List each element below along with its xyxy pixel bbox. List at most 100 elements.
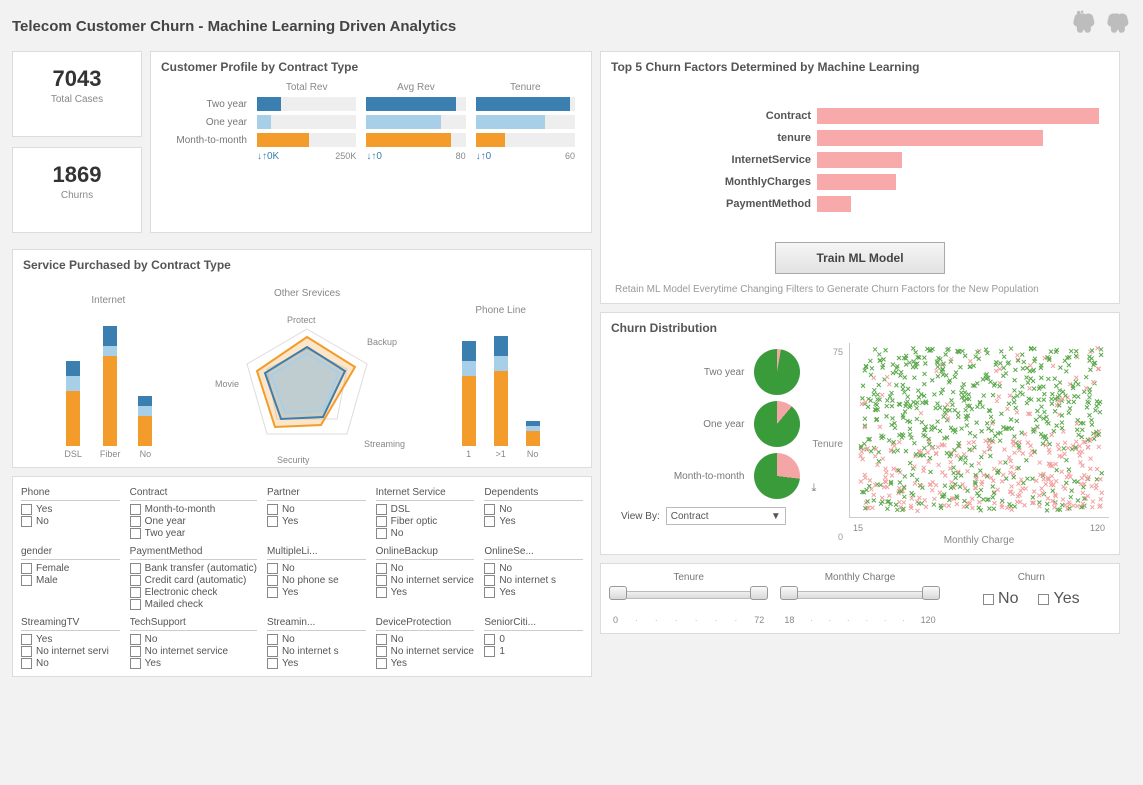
- profile-col-totalrev: Total Rev: [257, 82, 356, 93]
- filter-option[interactable]: Female: [21, 563, 120, 574]
- filter-option[interactable]: Yes: [484, 587, 583, 598]
- filter-option[interactable]: No: [21, 516, 120, 527]
- monthly-charge-slider[interactable]: [784, 587, 935, 613]
- other-services-subtitle: Other Srevices: [227, 288, 387, 299]
- filter-option[interactable]: Yes: [21, 634, 120, 645]
- filter-option[interactable]: No internet service: [376, 575, 475, 586]
- filter-option[interactable]: DSL: [376, 504, 475, 515]
- filter-option[interactable]: No: [267, 634, 366, 645]
- filter-title: Dependents: [484, 487, 583, 501]
- filter-title: Internet Service: [376, 487, 475, 501]
- filter-option[interactable]: Yes: [21, 504, 120, 515]
- factor-label: InternetService: [621, 154, 811, 166]
- filter-option[interactable]: No: [484, 563, 583, 574]
- filter-option[interactable]: No: [376, 528, 475, 539]
- filter-option[interactable]: Month-to-month: [130, 504, 257, 515]
- brain-icon[interactable]: [1103, 10, 1131, 43]
- filter-option[interactable]: Yes: [376, 658, 475, 669]
- tenure-slider-label: Tenure: [613, 572, 764, 583]
- monthly-slider-label: Monthly Charge: [784, 572, 935, 583]
- filter-option[interactable]: Credit card (automatic): [130, 575, 257, 586]
- filter-option[interactable]: No: [267, 504, 366, 515]
- kpi-total-cases: 7043 Total Cases: [12, 51, 142, 137]
- phone-subtitle: Phone Line: [462, 305, 540, 316]
- filter-title: DeviceProtection: [376, 617, 475, 631]
- filter-onlinese-: OnlineSe...NoNo internet sYes: [484, 546, 583, 611]
- profile-col-avgrev: Avg Rev: [366, 82, 465, 93]
- filter-option[interactable]: No internet s: [267, 646, 366, 657]
- filter-option[interactable]: Male: [21, 575, 120, 586]
- filter-title: MultipleLi...: [267, 546, 366, 560]
- filter-option[interactable]: No: [376, 634, 475, 645]
- tenure-slider[interactable]: [613, 587, 764, 613]
- filter-streamingtv: StreamingTV YesNo internet serviNo: [21, 617, 120, 670]
- filter-title: OnlineBackup: [376, 546, 475, 560]
- filter-title: Partner: [267, 487, 366, 501]
- filter-internet-service: Internet Service DSLFiber opticNo: [376, 487, 475, 540]
- pie-one-year: [754, 401, 800, 447]
- factor-label: PaymentMethod: [621, 198, 811, 210]
- filter-option[interactable]: Yes: [267, 587, 366, 598]
- filter-title: StreamingTV: [21, 617, 120, 631]
- train-ml-button[interactable]: Train ML Model: [775, 242, 944, 274]
- factor-bar: [817, 152, 902, 168]
- filter-title: Phone: [21, 487, 120, 501]
- kpi-churns-value: 1869: [19, 162, 135, 188]
- filter-option[interactable]: No internet servi: [21, 646, 120, 657]
- filter-contract: Contract Month-to-monthOne yearTwo year: [130, 487, 257, 540]
- filter-title: Contract: [130, 487, 257, 501]
- filter-phone: Phone YesNo: [21, 487, 120, 540]
- filter-option[interactable]: Mailed check: [130, 599, 257, 610]
- filter-option[interactable]: One year: [130, 516, 257, 527]
- drilldown-icon[interactable]: ⤓: [812, 482, 817, 495]
- filter-option[interactable]: No: [130, 634, 257, 645]
- churn-factors-card: Top 5 Churn Factors Determined by Machin…: [600, 51, 1120, 304]
- pie-m2m: [754, 453, 800, 499]
- filter-option[interactable]: Electronic check: [130, 587, 257, 598]
- pie-two-year: [754, 349, 800, 395]
- scatter-ylabel: Tenure: [812, 439, 843, 450]
- filter-deviceprotection: DeviceProtection NoNo internet serviceYes: [376, 617, 475, 670]
- filter-option[interactable]: No: [484, 504, 583, 515]
- filter-option[interactable]: Yes: [484, 516, 583, 527]
- filter-option[interactable]: 0: [484, 634, 583, 645]
- churn-no-checkbox[interactable]: No: [983, 590, 1018, 608]
- filter-seniorciti-: SeniorCiti...01: [484, 617, 583, 670]
- customer-profile-title: Customer Profile by Contract Type: [161, 60, 581, 74]
- filter-option[interactable]: Yes: [267, 516, 366, 527]
- filter-option[interactable]: Two year: [130, 528, 257, 539]
- profile-row-twoyear: Two year: [167, 99, 247, 110]
- filter-option[interactable]: No internet s: [484, 575, 583, 586]
- filter-option[interactable]: Fiber optic: [376, 516, 475, 527]
- filter-option[interactable]: No: [267, 563, 366, 574]
- gear-brain-icon[interactable]: [1069, 10, 1097, 43]
- filter-option[interactable]: Yes: [130, 658, 257, 669]
- service-purchased-card: Service Purchased by Contract Type Inter…: [12, 249, 592, 468]
- filter-option[interactable]: No internet service: [130, 646, 257, 657]
- filter-option[interactable]: No phone se: [267, 575, 366, 586]
- filter-option[interactable]: No: [376, 563, 475, 574]
- kpi-total-cases-value: 7043: [19, 66, 135, 92]
- kpi-total-cases-label: Total Cases: [19, 94, 135, 105]
- churn-distribution-card: Churn Distribution Two year One year Mon…: [600, 312, 1120, 555]
- filter-onlinebackup: OnlineBackup NoNo internet serviceYes: [376, 546, 475, 611]
- filter-paymentmethod: PaymentMethod Bank transfer (automatic)Cr…: [130, 546, 257, 611]
- filter-option[interactable]: No: [21, 658, 120, 669]
- churn-yes-checkbox[interactable]: Yes: [1038, 590, 1079, 608]
- filters-card: PhoneYesNoContractMonth-to-monthOne year…: [12, 476, 592, 677]
- viewby-select[interactable]: Contract▼: [666, 507, 786, 525]
- profile-col-tenure: Tenure: [476, 82, 575, 93]
- page-title: Telecom Customer Churn - Machine Learnin…: [12, 18, 456, 35]
- filter-title: PaymentMethod: [130, 546, 257, 560]
- filter-option[interactable]: No internet service: [376, 646, 475, 657]
- factor-bar: [817, 130, 1043, 146]
- filter-option[interactable]: Bank transfer (automatic): [130, 563, 257, 574]
- range-filters-card: Tenure 0······72 Monthly Charge 18······…: [600, 563, 1120, 634]
- filter-option[interactable]: 1: [484, 646, 583, 657]
- filter-option[interactable]: Yes: [267, 658, 366, 669]
- churn-distribution-title: Churn Distribution: [611, 321, 1109, 335]
- filter-option[interactable]: Yes: [376, 587, 475, 598]
- filter-techsupport: TechSupportNoNo internet serviceYes: [130, 617, 257, 670]
- filter-gender: genderFemaleMale: [21, 546, 120, 611]
- scatter-chart: [849, 343, 1109, 518]
